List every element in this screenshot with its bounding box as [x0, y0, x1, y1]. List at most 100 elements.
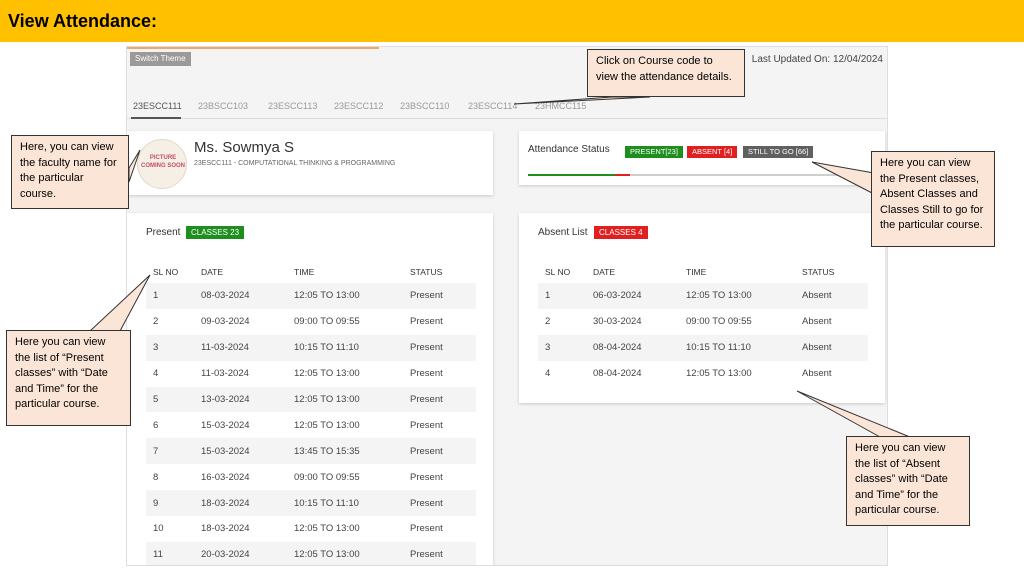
cell-time: 12:05 TO 13:00	[294, 368, 360, 380]
cell-status: Present	[410, 541, 476, 565]
present-classes-badge: CLASSES 23	[186, 226, 245, 239]
cell-sl-no: 9	[146, 490, 201, 517]
attendance-app-window: Switch Theme Last Updated On: 12/04/2024…	[126, 46, 888, 566]
cell-time: 10:15 TO 11:10	[294, 334, 410, 361]
cell-sl-no: 1	[146, 283, 201, 309]
absent-table: SL NO DATE TIME STATUS 1 06-03-2024 12:05 …	[538, 261, 868, 387]
present-table-row: 9 18-03-2024 10:15 TO 11:10 Present	[146, 490, 476, 517]
cell-status: Absent	[802, 283, 868, 309]
absent-table-row: 3 08-04-2024 10:15 TO 11:10 Absent	[538, 334, 868, 361]
present-table-row: 7 15-03-2024 13:45 TO 15:35 Present	[146, 438, 476, 465]
cell-status: Present	[410, 283, 476, 309]
present-table-row: 1 08-03-2024 12:05 TO 13:00 Present	[146, 283, 476, 309]
cell-time: 12:05 TO 13:00	[294, 283, 410, 309]
cell-time: 09:00 TO 09:55	[294, 471, 360, 483]
col-date: DATE	[201, 267, 224, 277]
cell-date: 11-03-2024	[201, 334, 294, 361]
status-callout: Here you can view the Present classes, A…	[871, 151, 995, 247]
absent-list-card: Absent List CLASSES 4 SL NO DATE TIME ST…	[519, 213, 885, 403]
present-list-callout: Here you can view the list of “Present c…	[6, 330, 131, 426]
cell-date: 13-03-2024	[201, 386, 294, 413]
col-date: DATE	[593, 267, 616, 277]
cell-status: Absent	[802, 316, 832, 328]
cell-sl-no: 10	[153, 523, 164, 535]
present-table-row: 8 16-03-2024 09:00 TO 09:55 Present	[146, 464, 476, 490]
cell-status: Present	[410, 471, 443, 483]
cell-time: 12:05 TO 13:00	[294, 541, 410, 565]
cell-time: 12:05 TO 13:00	[686, 283, 802, 309]
col-status: STATUS	[802, 267, 835, 277]
absent-table-row: 1 06-03-2024 12:05 TO 13:00 Absent	[538, 283, 868, 309]
cell-sl-no: 5	[146, 386, 201, 413]
cell-time: 12:05 TO 13:00	[686, 368, 752, 380]
absent-table-row: 2 30-03-2024 09:00 TO 09:55 Absent	[538, 309, 868, 335]
cell-status: Present	[410, 419, 443, 431]
cell-sl-no: 3	[146, 334, 201, 361]
present-table-row: 5 13-03-2024 12:05 TO 13:00 Present	[146, 386, 476, 413]
cell-date: 18-03-2024	[201, 490, 294, 517]
present-table-header: SL NO DATE TIME STATUS	[146, 261, 476, 283]
cell-date: 08-04-2024	[593, 334, 686, 361]
absent-table-row: 4 08-04-2024 12:05 TO 13:00 Absent	[538, 361, 868, 387]
cell-time: 10:15 TO 11:10	[686, 334, 802, 361]
tab-23escc113[interactable]: 23ESCC113	[268, 101, 317, 111]
cell-date: 06-03-2024	[593, 283, 686, 309]
cell-sl-no: 4	[545, 368, 551, 380]
absent-list-callout: Here you can view the list of “Absent cl…	[846, 436, 970, 526]
present-count-badge: PRESENT[23]	[625, 146, 683, 158]
slide-title: View Attendance:	[8, 11, 158, 31]
cell-status: Present	[410, 334, 476, 361]
absent-table-header: SL NO DATE TIME STATUS	[538, 261, 868, 283]
cell-sl-no: 8	[153, 471, 159, 483]
col-time: TIME	[686, 267, 707, 277]
present-list-card: Present CLASSES 23 SL NO DATE TIME STATU…	[127, 213, 493, 565]
tab-23escc111[interactable]: 23ESCC111	[133, 101, 182, 111]
cell-status: Absent	[802, 334, 868, 361]
tab-23bscc110[interactable]: 23BSCC110	[400, 101, 449, 111]
present-table-row: 4 11-03-2024 12:05 TO 13:00 Present	[146, 361, 476, 387]
tab-23escc114[interactable]: 23ESCC114	[468, 101, 517, 111]
last-updated-text: Last Updated On: 12/04/2024	[751, 54, 883, 65]
faculty-callout: Here, you can view the faculty name for …	[11, 135, 129, 209]
avatar-placeholder-text: PICTURE COMING SOON	[140, 155, 185, 169]
cell-status: Present	[410, 523, 443, 535]
col-time: TIME	[294, 267, 315, 277]
cell-date: 16-03-2024	[201, 471, 250, 483]
cell-time: 12:05 TO 13:00	[294, 419, 360, 431]
cell-date: 15-03-2024	[201, 438, 294, 465]
course-title: 23ESCC111 - COMPUTATIONAL THINKING & PRO…	[194, 160, 396, 167]
present-table: SL NO DATE TIME STATUS 1 08-03-2024 12:05 …	[146, 261, 476, 565]
cell-date: 11-03-2024	[201, 368, 249, 380]
tab-23escc112[interactable]: 23ESCC112	[334, 101, 383, 111]
cell-sl-no: 11	[146, 541, 201, 565]
course-tabs: 23ESCC111 23BSCC103 23ESCC113 23ESCC112 …	[127, 97, 887, 119]
cell-status: Present	[410, 368, 443, 380]
cell-date: 08-03-2024	[201, 283, 294, 309]
cell-date: 18-03-2024	[201, 523, 250, 535]
present-table-row: 3 11-03-2024 10:15 TO 11:10 Present	[146, 334, 476, 361]
faculty-name: Ms. Sowmya S	[194, 139, 295, 156]
absent-classes-badge: CLASSES 4	[594, 226, 648, 239]
still-to-go-badge: STILL TO GO [66]	[743, 146, 814, 158]
present-table-row: 6 15-03-2024 12:05 TO 13:00 Present	[146, 412, 476, 438]
col-status: STATUS	[410, 267, 443, 277]
cell-status: Present	[410, 490, 476, 517]
cell-status: Absent	[802, 368, 832, 380]
cell-status: Present	[410, 386, 476, 413]
cell-date: 08-04-2024	[593, 368, 642, 380]
cell-time: 10:15 TO 11:10	[294, 490, 410, 517]
cell-date: 09-03-2024	[201, 316, 250, 328]
slide-header: View Attendance:	[0, 0, 1024, 42]
tab-23bscc103[interactable]: 23BSCC103	[198, 101, 248, 111]
attendance-progress-bar	[528, 174, 878, 176]
present-table-row: 11 20-03-2024 12:05 TO 13:00 Present	[146, 541, 476, 565]
cell-date: 30-03-2024	[593, 316, 642, 328]
switch-theme-button[interactable]: Switch Theme	[130, 52, 191, 66]
absent-count-badge: ABSENT [4]	[687, 146, 738, 158]
cell-sl-no: 2	[153, 316, 159, 328]
cell-time: 13:45 TO 15:35	[294, 438, 410, 465]
progress-present-segment	[528, 174, 615, 176]
present-table-row: 10 18-03-2024 12:05 TO 13:00 Present	[146, 516, 476, 542]
tab-23hmcc115[interactable]: 23HMCC115	[535, 101, 586, 111]
faculty-avatar: PICTURE COMING SOON	[137, 139, 187, 189]
